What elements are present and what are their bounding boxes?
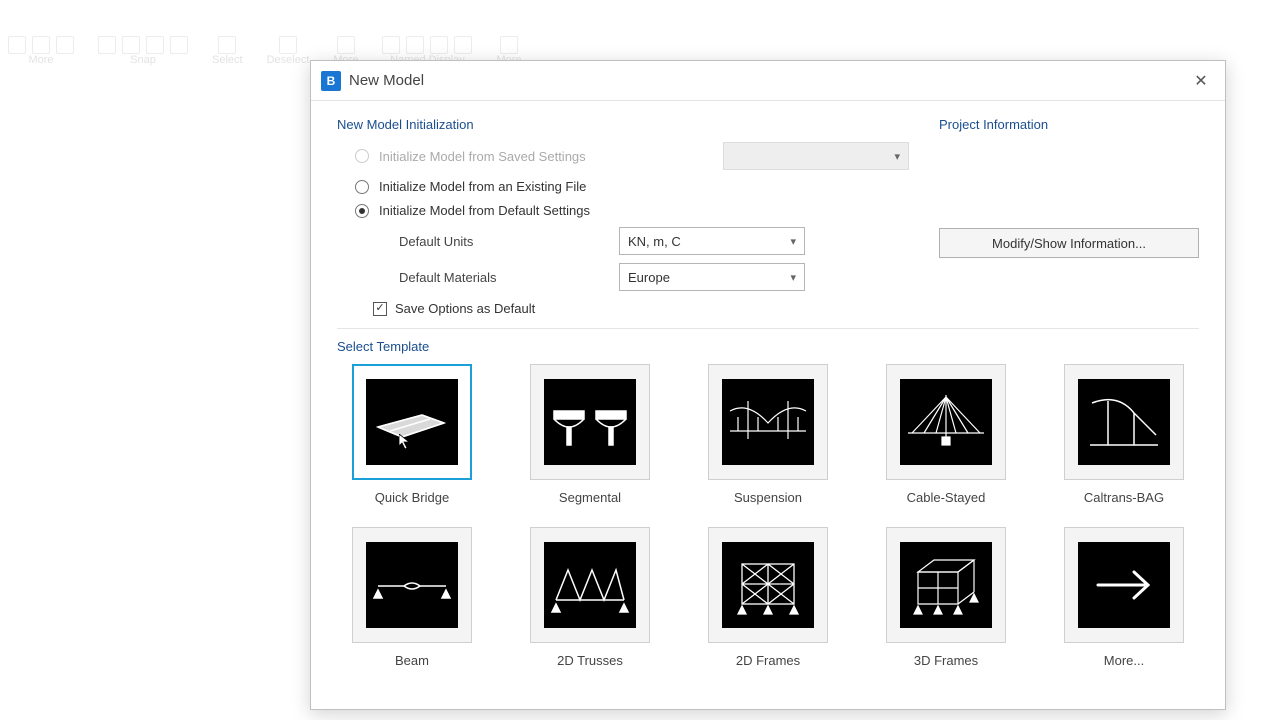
cable-stayed-icon — [900, 379, 992, 465]
template-more[interactable]: More... — [1055, 527, 1193, 668]
app-icon: B — [321, 71, 341, 91]
default-units-label: Default Units — [399, 234, 609, 249]
radio-icon — [355, 149, 369, 163]
frames-2d-icon — [722, 542, 814, 628]
project-info-section-title: Project Information — [939, 117, 1199, 132]
default-materials-combo[interactable]: Europe ▾ — [619, 263, 805, 291]
combo-value: KN, m, C — [628, 234, 681, 249]
close-button[interactable]: ✕ — [1187, 67, 1215, 95]
template-cable-stayed[interactable]: Cable-Stayed — [877, 364, 1015, 505]
quick-bridge-icon — [366, 379, 458, 465]
new-model-dialog: B New Model ✕ New Model Initialization I… — [310, 60, 1226, 710]
radio-label: Initialize Model from Default Settings — [379, 203, 590, 218]
radio-icon — [355, 180, 369, 194]
template-label: Quick Bridge — [375, 490, 449, 505]
radio-icon — [355, 204, 369, 218]
saved-settings-combo: ▾ — [723, 142, 909, 170]
button-label: Modify/Show Information... — [992, 236, 1146, 251]
save-options-checkbox[interactable]: Save Options as Default — [373, 301, 909, 316]
segmental-icon — [544, 379, 636, 465]
template-label: Cable-Stayed — [907, 490, 986, 505]
template-caltrans-bag[interactable]: Caltrans-BAG — [1055, 364, 1193, 505]
template-label: Suspension — [734, 490, 802, 505]
default-units-combo[interactable]: KN, m, C ▾ — [619, 227, 805, 255]
template-label: 3D Frames — [914, 653, 978, 668]
template-beam[interactable]: Beam — [343, 527, 481, 668]
template-label: More... — [1104, 653, 1144, 668]
template-label: 2D Trusses — [557, 653, 623, 668]
template-label: Caltrans-BAG — [1084, 490, 1164, 505]
dialog-title: New Model — [349, 72, 1187, 89]
combo-value: Europe — [628, 270, 670, 285]
template-2d-trusses[interactable]: 2D Trusses — [521, 527, 659, 668]
template-label: Beam — [395, 653, 429, 668]
template-quick-bridge[interactable]: Quick Bridge — [343, 364, 481, 505]
checkbox-icon — [373, 302, 387, 316]
beam-icon — [366, 542, 458, 628]
trusses-2d-icon — [544, 542, 636, 628]
template-2d-frames[interactable]: 2D Frames — [699, 527, 837, 668]
template-label: Segmental — [559, 490, 621, 505]
arrow-right-icon — [1078, 542, 1170, 628]
radio-label: Initialize Model from an Existing File — [379, 179, 586, 194]
radio-existing-file[interactable]: Initialize Model from an Existing File — [355, 179, 909, 194]
checkbox-label: Save Options as Default — [395, 301, 535, 316]
template-label: 2D Frames — [736, 653, 800, 668]
chevron-down-icon: ▾ — [790, 271, 796, 284]
radio-label: Initialize Model from Saved Settings — [379, 149, 586, 164]
titlebar: B New Model ✕ — [311, 61, 1225, 101]
chevron-down-icon: ▾ — [790, 235, 796, 248]
template-3d-frames[interactable]: 3D Frames — [877, 527, 1015, 668]
radio-default-settings[interactable]: Initialize Model from Default Settings — [355, 203, 909, 218]
template-suspension[interactable]: Suspension — [699, 364, 837, 505]
caltrans-bag-icon — [1078, 379, 1170, 465]
default-materials-label: Default Materials — [399, 270, 609, 285]
template-segmental[interactable]: Segmental — [521, 364, 659, 505]
init-section-title: New Model Initialization — [337, 117, 909, 132]
radio-saved-settings: Initialize Model from Saved Settings ▾ — [355, 142, 909, 170]
chevron-down-icon: ▾ — [894, 150, 900, 163]
modify-info-button[interactable]: Modify/Show Information... — [939, 228, 1199, 258]
frames-3d-icon — [900, 542, 992, 628]
suspension-icon — [722, 379, 814, 465]
close-icon: ✕ — [1194, 71, 1207, 91]
templates-section-title: Select Template — [337, 339, 1199, 354]
